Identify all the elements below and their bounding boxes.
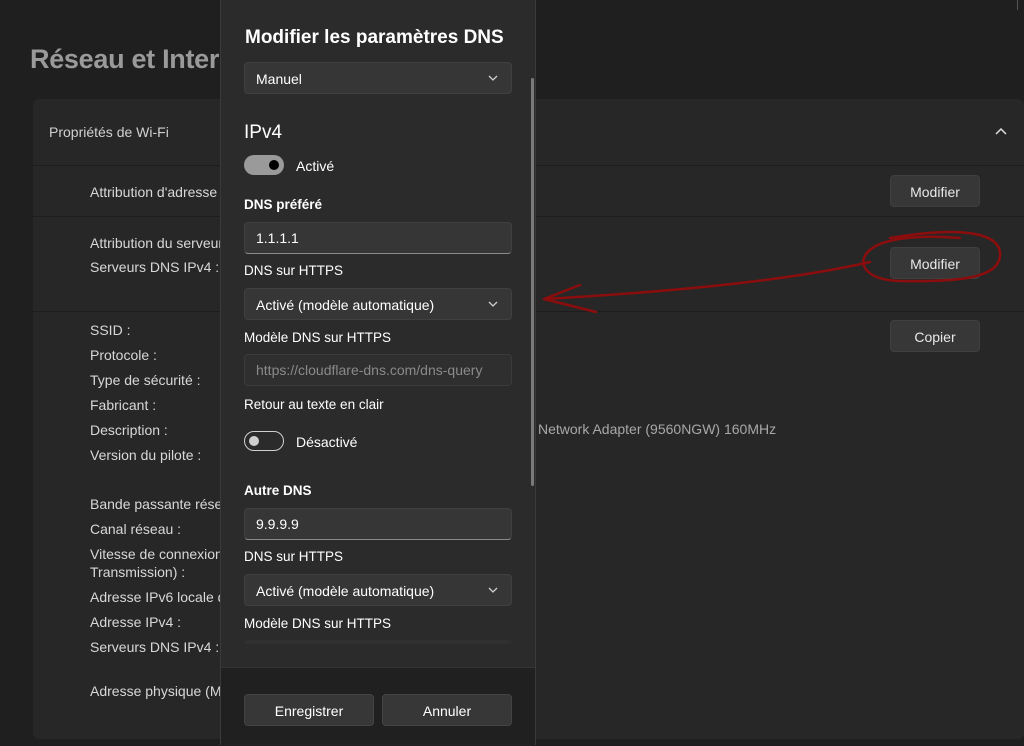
doh-template-input-preferred[interactable] <box>244 354 512 386</box>
chevron-up-icon[interactable] <box>994 125 1008 137</box>
prop-description-label: Description : <box>90 422 168 438</box>
doh-select-preferred-value: Activé (modèle automatique) <box>256 297 435 313</box>
toggle-knob <box>249 436 259 446</box>
doh-select-alternate[interactable]: Activé (modèle automatique) <box>244 574 512 606</box>
prop-link-speed-label-2: Transmission) : <box>90 564 186 580</box>
doh-label-alternate: DNS sur HTTPS <box>244 549 344 564</box>
doh-template-label-alternate: Modèle DNS sur HTTPS <box>244 616 392 631</box>
alternate-dns-label: Autre DNS <box>244 483 312 498</box>
doh-label-preferred: DNS sur HTTPS <box>244 263 344 278</box>
ipv4-toggle[interactable] <box>244 155 284 175</box>
modify-ip-button[interactable]: Modifier <box>890 175 980 207</box>
ipv4-section-title: IPv4 <box>244 122 283 143</box>
card-header-title: Propriétés de Wi-Fi <box>49 124 169 140</box>
copy-button[interactable]: Copier <box>890 320 980 352</box>
fallback-plaintext-label: Retour au texte en clair <box>244 397 384 412</box>
chevron-down-icon <box>488 587 498 593</box>
dns-servers-label: Serveurs DNS IPv4 : <box>90 259 220 275</box>
prop-channel-label: Canal réseau : <box>90 521 182 537</box>
prop-security-label: Type de sécurité : <box>90 372 201 388</box>
doh-select-alternate-value: Activé (modèle automatique) <box>256 583 435 599</box>
dialog-scrollbar[interactable] <box>531 78 534 486</box>
chevron-down-icon <box>488 75 498 81</box>
prop-manufacturer-label: Fabricant : <box>90 397 157 413</box>
doh-template-label-preferred: Modèle DNS sur HTTPS <box>244 330 392 345</box>
chevron-down-icon <box>488 301 498 307</box>
toggle-knob <box>269 160 279 170</box>
save-button[interactable]: Enregistrer <box>244 694 374 726</box>
alternate-dns-input[interactable] <box>244 508 512 540</box>
prop-ipv4-label: Adresse IPv4 : <box>90 614 182 630</box>
ipv4-toggle-label: Activé <box>296 158 335 174</box>
cancel-button[interactable]: Annuler <box>382 694 512 726</box>
dialog-footer: Enregistrer Annuler <box>221 667 535 746</box>
window-edge <box>1017 0 1018 10</box>
doh-select-preferred[interactable]: Activé (modèle automatique) <box>244 288 512 320</box>
dns-mode-select[interactable]: Manuel <box>244 62 512 94</box>
dialog-title: Modifier les paramètres DNS <box>245 27 504 48</box>
prop-ssid-label: SSID : <box>90 322 131 338</box>
prop-protocol-label: Protocole : <box>90 347 157 363</box>
dns-settings-dialog: Modifier les paramètres DNS Manuel IPv4 … <box>220 0 536 746</box>
fallback-plaintext-toggle[interactable] <box>244 431 284 451</box>
doh-template-input-alternate[interactable] <box>244 640 512 644</box>
prop-driver-version-label: Version du pilote : <box>90 447 202 463</box>
preferred-dns-input[interactable] <box>244 222 512 254</box>
modify-dns-button[interactable]: Modifier <box>890 247 980 279</box>
description-value: Network Adapter (9560NGW) 160MHz <box>538 421 777 437</box>
fallback-toggle-label: Désactivé <box>296 434 358 450</box>
dns-mode-value: Manuel <box>256 71 302 87</box>
prop-dns-servers-label: Serveurs DNS IPv4 : <box>90 639 220 655</box>
preferred-dns-label: DNS préféré <box>244 197 323 212</box>
